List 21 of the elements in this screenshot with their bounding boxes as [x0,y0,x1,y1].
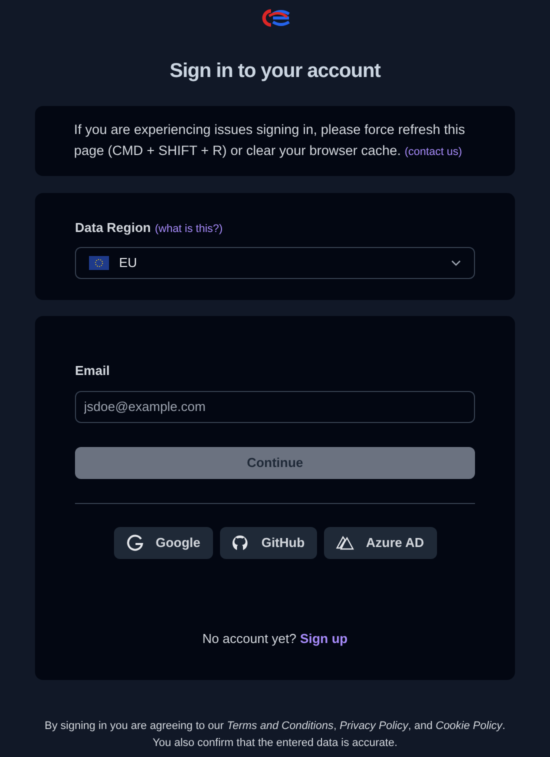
sign-up-link[interactable]: Sign up [300,630,348,646]
legal-text: By signing in you are agreeing to our Terms and Conditions, Privacy Policy, and Cookie Policy. [44,719,506,734]
flag-icon [89,256,109,270]
contact-link[interactable]: (contact us) [404,146,462,158]
region-label: Data Region [75,219,151,237]
chevron-down-icon [451,260,461,266]
region-select[interactable]: EU [75,246,475,278]
help-link[interactable]: (what is this?) [154,221,223,238]
signup-prompt: No account yet? [202,630,296,646]
email-label: Email [75,362,111,380]
notice-text: If you are experiencing issues signing in, please force refresh this page (CMD + SHIFT + R) or clear your browser cache. (contact us) [74,121,466,160]
sign-in-button[interactable]: Azure AD [324,526,436,558]
sign-in-button[interactable]: Google [114,526,212,558]
email-field[interactable]: jsdoe@example.com [75,390,475,422]
page-title: Sign in to your account [170,59,380,84]
google-icon [126,534,144,552]
azure-icon [336,534,354,550]
legal-text: You also confirm that the entered data is accurate. [152,736,398,751]
sign-in-button[interactable]: GitHub [220,526,316,558]
github-icon [231,534,250,552]
region-value: EU [119,254,138,272]
